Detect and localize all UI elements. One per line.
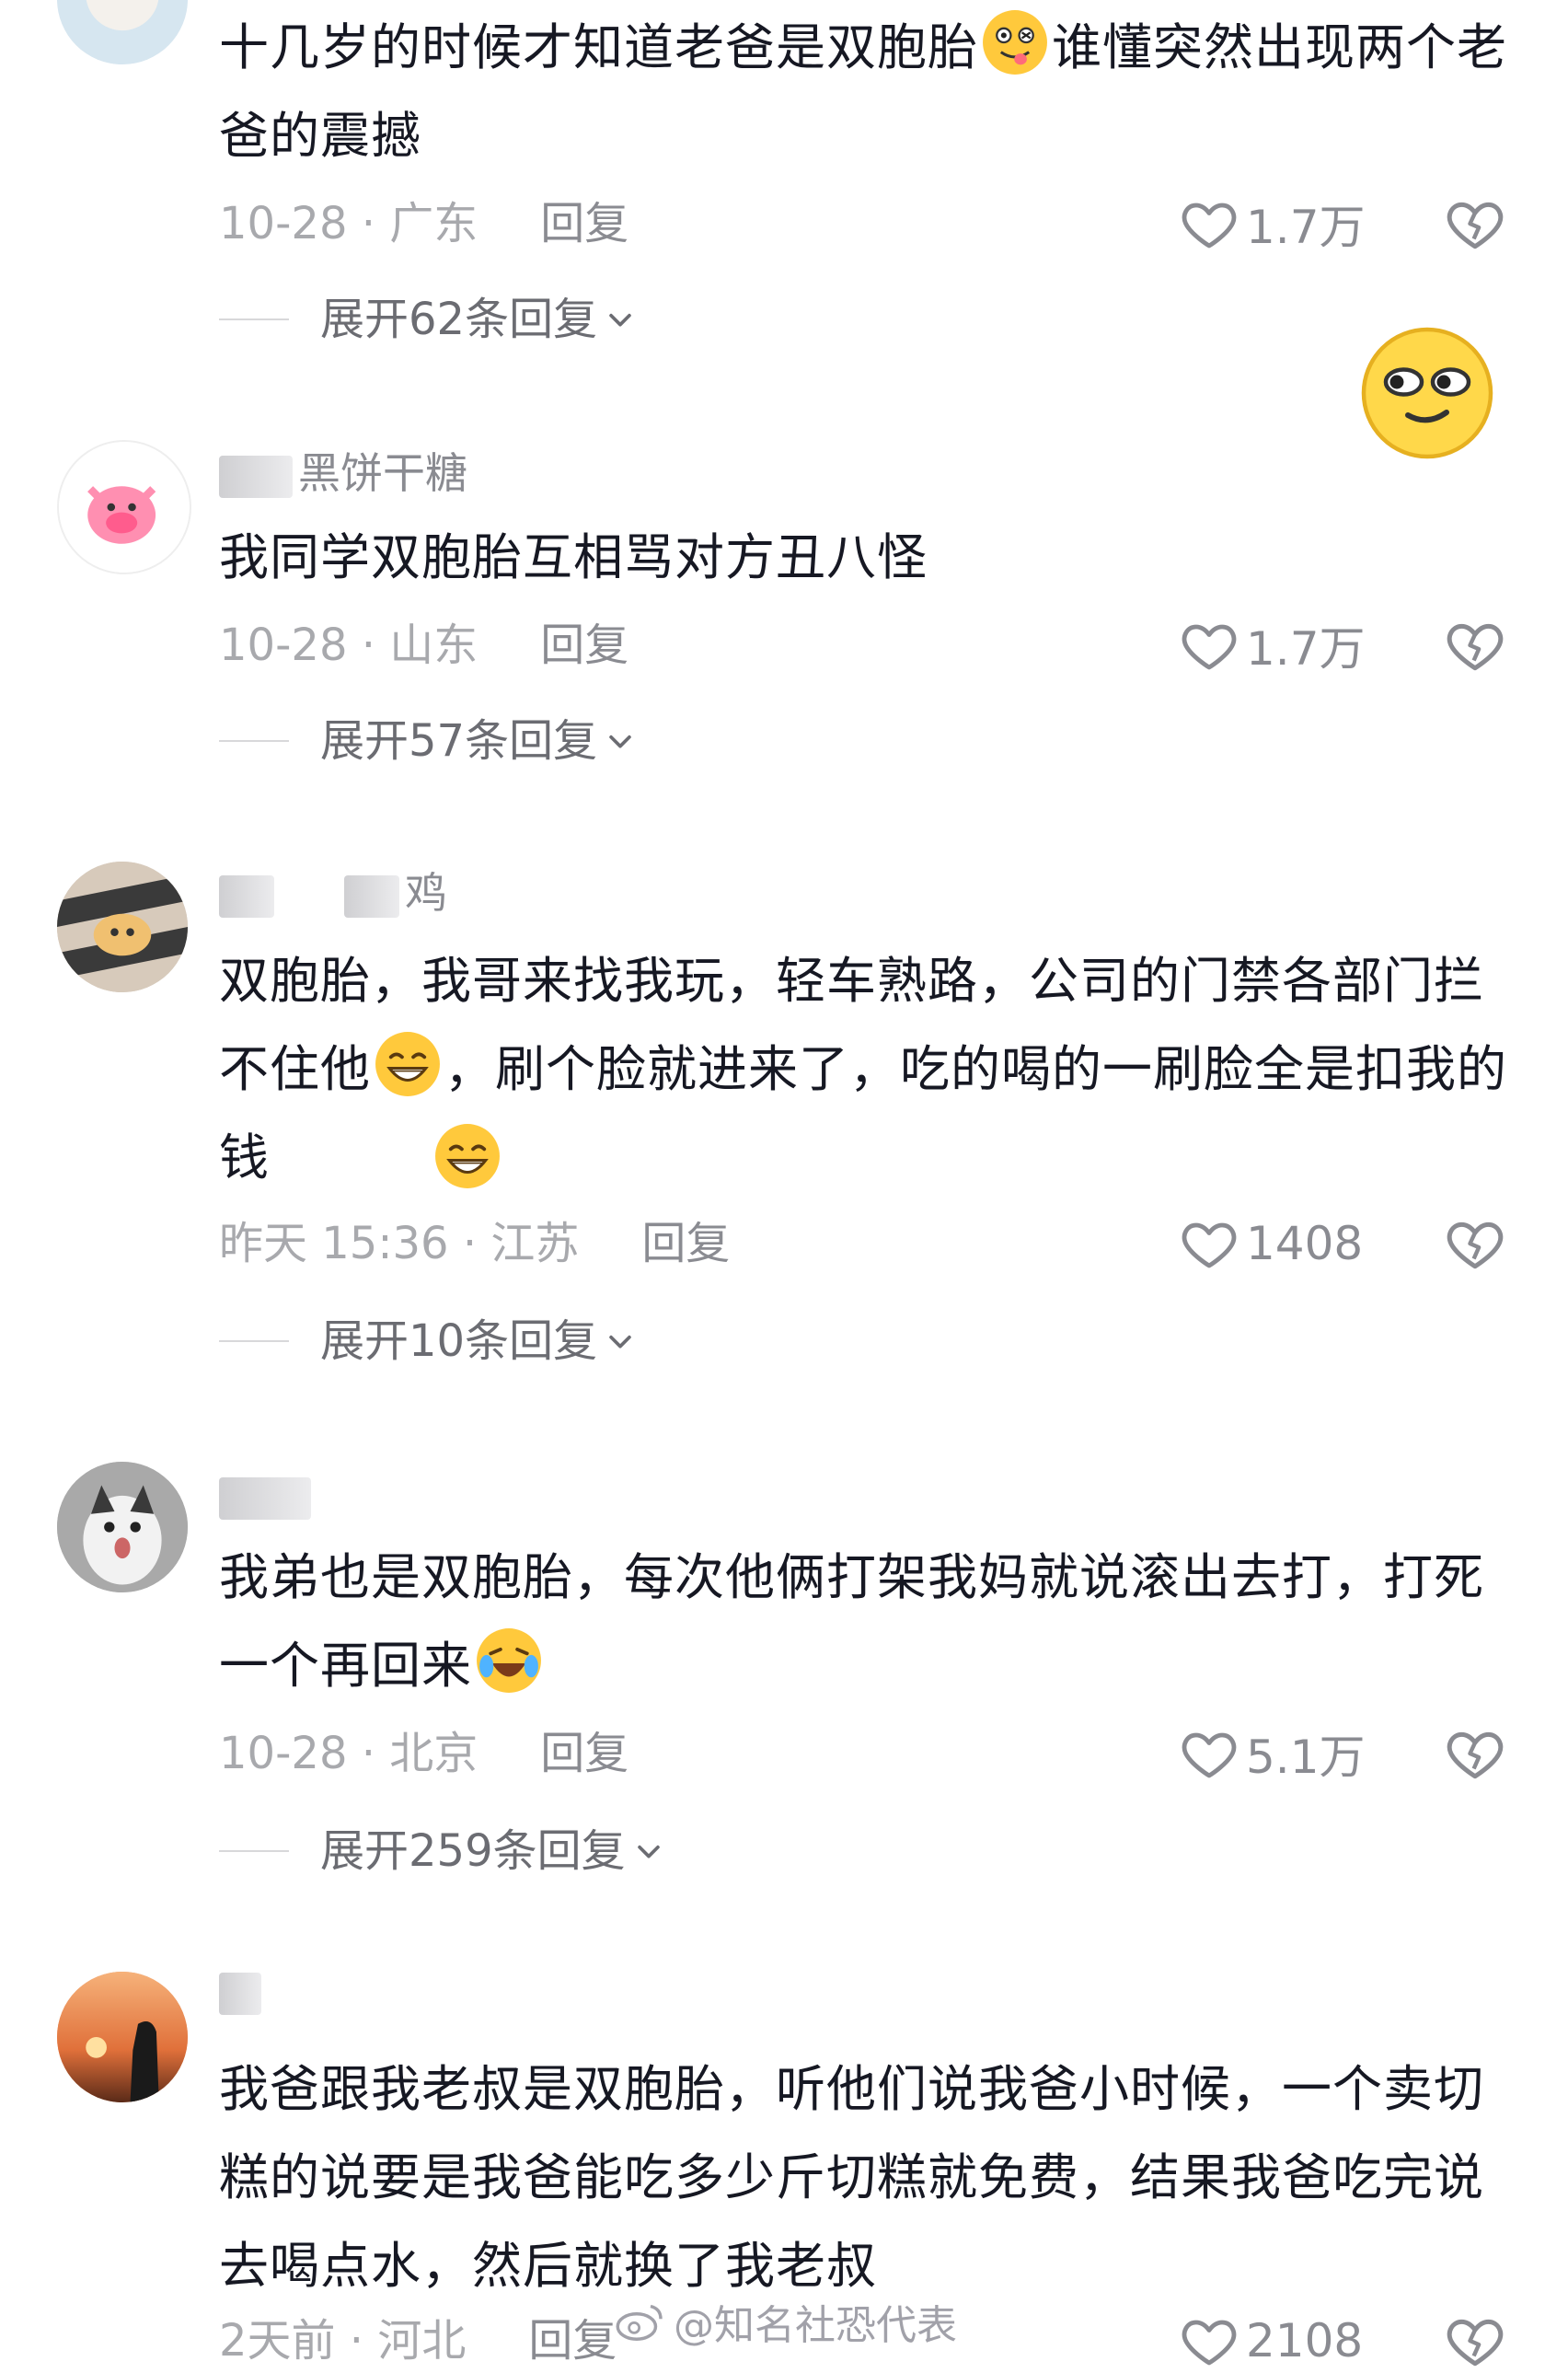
like-button[interactable]: 1408 — [1180, 1211, 1363, 1276]
reply-button[interactable]: 回复 — [528, 2315, 617, 2367]
time-location: 2天前 · 河北 — [219, 2315, 467, 2367]
dislike-button[interactable] — [1445, 1213, 1505, 1274]
comment-meta: 10-28 · 广东 回复 — [219, 191, 628, 256]
expand-replies-label: 展开57条回复 — [320, 715, 598, 767]
comment-text: 十几岁的时候才知道老爸是双胞胎 谁懂突然出现两个老爸的震撼 — [219, 4, 1507, 180]
divider-line — [219, 740, 289, 742]
username[interactable]: 黑饼干糖 — [219, 446, 467, 501]
expand-replies-button[interactable]: 展开62条回复 — [219, 287, 636, 352]
blurred-username — [219, 455, 293, 498]
username-text: 黑饼干糖 — [298, 448, 467, 498]
comment-meta: 10-28 · 北京 回复 — [219, 1721, 628, 1786]
like-button[interactable]: 1.7万 — [1180, 191, 1366, 256]
reply-button[interactable]: 回复 — [641, 1218, 730, 1269]
reply-button[interactable]: 回复 — [540, 619, 628, 671]
dislike-button[interactable] — [1445, 1723, 1505, 1784]
grin-emoji — [432, 1121, 502, 1191]
blurred-username — [219, 1972, 261, 2015]
expand-replies-button[interactable]: 展开10条回复 — [219, 1309, 636, 1373]
laugh-cry-emoji — [474, 1626, 544, 1696]
expand-replies-label: 展开62条回复 — [320, 294, 598, 345]
broken-heart-icon — [1447, 1731, 1504, 1779]
smirk-sticker-emoji — [1358, 324, 1496, 462]
time-location: 10-28 · 山东 — [219, 619, 478, 671]
reply-button[interactable]: 回复 — [540, 1728, 628, 1779]
broken-heart-icon — [1447, 2319, 1504, 2367]
broken-heart-icon — [1447, 202, 1504, 249]
time-location: 昨天 15:36 · 江苏 — [219, 1218, 580, 1269]
divider-line — [219, 1850, 289, 1852]
dislike-button[interactable] — [1445, 615, 1505, 676]
dislike-button[interactable] — [1445, 193, 1505, 254]
username[interactable] — [219, 1467, 317, 1522]
like-count: 1.7万 — [1246, 201, 1366, 254]
weibo-logo-icon — [616, 2304, 663, 2341]
like-count: 1408 — [1246, 1217, 1364, 1270]
like-button[interactable]: 2108 — [1180, 2309, 1363, 2373]
watermark: @知名社恐代表 — [615, 2292, 957, 2351]
blurred-username — [219, 1476, 311, 1520]
heart-outline-icon — [1182, 1222, 1237, 1268]
broken-heart-icon — [1447, 623, 1504, 671]
comment-text: 我同学双胞胎互相骂对方丑八怪 — [219, 528, 928, 586]
chevron-down-icon — [609, 1335, 631, 1349]
comment-meta: 2天前 · 河北 回复 — [219, 2309, 617, 2373]
blurred-username — [219, 874, 274, 918]
divider-line — [219, 318, 289, 320]
expand-replies-label: 展开259条回复 — [320, 1825, 626, 1877]
time-location: 10-28 · 广东 — [219, 198, 478, 249]
dislike-button[interactable] — [1445, 2310, 1505, 2371]
username[interactable]: 鸡 — [219, 865, 447, 920]
chevron-down-icon — [609, 313, 631, 327]
grin-emoji — [373, 1029, 443, 1099]
expand-replies-label: 展开10条回复 — [320, 1315, 598, 1367]
like-button[interactable]: 5.1万 — [1180, 1721, 1366, 1786]
like-button[interactable]: 1.7万 — [1180, 613, 1366, 677]
comment-text: 我弟也是双胞胎，每次他俩打架我妈就说滚出去打，打死一个再回来 — [219, 1548, 1484, 1696]
like-count: 1.7万 — [1246, 622, 1366, 676]
avatar[interactable] — [57, 1462, 188, 1592]
watermark-text: @知名社恐代表 — [674, 2302, 957, 2349]
chevron-down-icon — [637, 1845, 660, 1858]
avatar[interactable] — [57, 1972, 188, 2102]
chevron-down-icon — [609, 735, 631, 748]
comment-text: 我爸跟我老叔是双胞胎，听他们说我爸小时候，一个卖切糕的说要是我爸能吃多少斤切糕就… — [219, 2060, 1484, 2295]
expand-replies-button[interactable]: 展开57条回复 — [219, 709, 636, 773]
blurred-username — [344, 874, 399, 918]
divider-line — [219, 1340, 289, 1342]
like-count: 2108 — [1246, 2314, 1364, 2367]
reply-button[interactable]: 回复 — [540, 198, 628, 249]
avatar[interactable] — [57, 0, 188, 64]
username[interactable] — [219, 1962, 267, 2018]
tongue-face-emoji — [980, 7, 1050, 77]
comment-text: 双胞胎，我哥来找我玩，轻车熟路，公司的门禁各部门拦不住他 ，刷个脸就进来了，吃的喝… — [219, 952, 1507, 1186]
username-text: 鸡 — [405, 868, 447, 918]
heart-outline-icon — [1182, 2320, 1237, 2366]
like-count: 5.1万 — [1246, 1731, 1366, 1784]
avatar[interactable] — [57, 440, 191, 574]
comment-meta: 10-28 · 山东 回复 — [219, 613, 628, 677]
broken-heart-icon — [1447, 1221, 1504, 1269]
heart-outline-icon — [1182, 1732, 1237, 1778]
avatar[interactable] — [57, 862, 188, 992]
heart-outline-icon — [1182, 203, 1237, 249]
time-location: 10-28 · 北京 — [219, 1728, 478, 1779]
expand-replies-button[interactable]: 展开259条回复 — [219, 1819, 664, 1883]
comment-meta: 昨天 15:36 · 江苏 回复 — [219, 1211, 730, 1276]
heart-outline-icon — [1182, 624, 1237, 670]
